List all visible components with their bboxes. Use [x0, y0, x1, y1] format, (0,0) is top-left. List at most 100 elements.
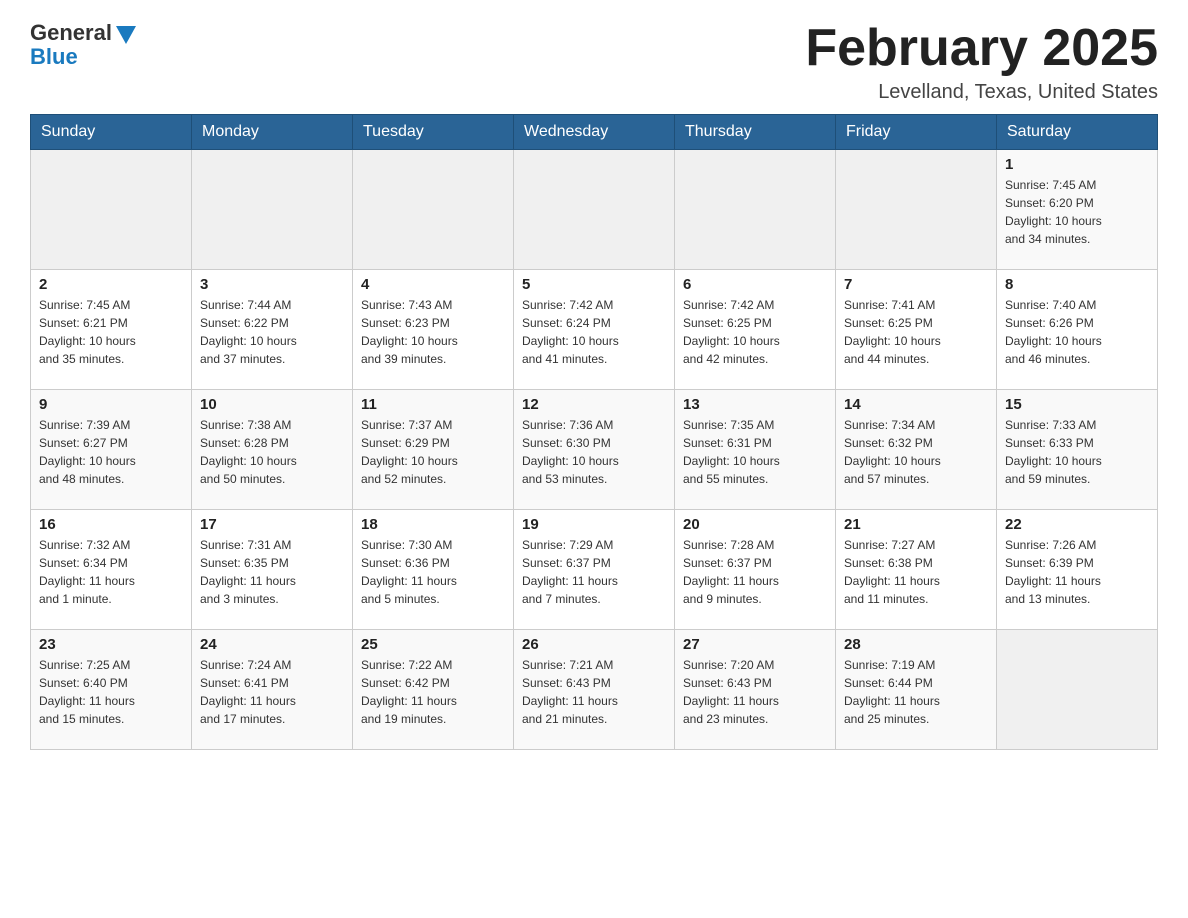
calendar-table: SundayMondayTuesdayWednesdayThursdayFrid…	[30, 114, 1158, 750]
day-number: 2	[39, 276, 183, 293]
day-number: 3	[200, 276, 344, 293]
calendar-cell: 27 Sunrise: 7:20 AM Sunset: 6:43 PM Dayli…	[675, 630, 836, 750]
calendar-cell: 15 Sunrise: 7:33 AM Sunset: 6:33 PM Dayli…	[997, 390, 1158, 510]
day-info: Sunrise: 7:27 AM Sunset: 6:38 PM Dayligh…	[844, 536, 988, 608]
day-info: Sunrise: 7:31 AM Sunset: 6:35 PM Dayligh…	[200, 536, 344, 608]
calendar-cell	[836, 150, 997, 270]
calendar-header-tuesday: Tuesday	[353, 115, 514, 150]
day-number: 9	[39, 396, 183, 413]
location: Levelland, Texas, United States	[805, 81, 1158, 104]
calendar-cell: 26 Sunrise: 7:21 AM Sunset: 6:43 PM Dayli…	[514, 630, 675, 750]
day-number: 25	[361, 636, 505, 653]
day-number: 24	[200, 636, 344, 653]
calendar-header-row: SundayMondayTuesdayWednesdayThursdayFrid…	[31, 115, 1158, 150]
day-info: Sunrise: 7:42 AM Sunset: 6:25 PM Dayligh…	[683, 296, 827, 368]
day-number: 7	[844, 276, 988, 293]
logo-triangle-icon	[116, 26, 136, 44]
day-number: 28	[844, 636, 988, 653]
calendar-cell: 1Sunrise: 7:45 AM Sunset: 6:20 PM Daylig…	[997, 150, 1158, 270]
calendar-cell	[353, 150, 514, 270]
calendar-cell: 4 Sunrise: 7:43 AM Sunset: 6:23 PM Daylig…	[353, 270, 514, 390]
day-info: Sunrise: 7:20 AM Sunset: 6:43 PM Dayligh…	[683, 656, 827, 728]
day-info: Sunrise: 7:33 AM Sunset: 6:33 PM Dayligh…	[1005, 416, 1149, 488]
calendar-header-sunday: Sunday	[31, 115, 192, 150]
day-number: 6	[683, 276, 827, 293]
day-info: Sunrise: 7:30 AM Sunset: 6:36 PM Dayligh…	[361, 536, 505, 608]
day-number: 10	[200, 396, 344, 413]
page-header: General Blue February 2025 Levelland, Te…	[30, 20, 1158, 104]
calendar-cell: 5 Sunrise: 7:42 AM Sunset: 6:24 PM Daylig…	[514, 270, 675, 390]
day-info: Sunrise: 7:40 AM Sunset: 6:26 PM Dayligh…	[1005, 296, 1149, 368]
day-info: Sunrise: 7:43 AM Sunset: 6:23 PM Dayligh…	[361, 296, 505, 368]
calendar-cell: 9 Sunrise: 7:39 AM Sunset: 6:27 PM Daylig…	[31, 390, 192, 510]
day-number: 1	[1005, 156, 1149, 173]
day-number: 22	[1005, 516, 1149, 533]
day-info: Sunrise: 7:26 AM Sunset: 6:39 PM Dayligh…	[1005, 536, 1149, 608]
day-info: Sunrise: 7:19 AM Sunset: 6:44 PM Dayligh…	[844, 656, 988, 728]
day-number: 20	[683, 516, 827, 533]
calendar-cell: 23Sunrise: 7:25 AM Sunset: 6:40 PM Dayli…	[31, 630, 192, 750]
calendar-cell: 8 Sunrise: 7:40 AM Sunset: 6:26 PM Daylig…	[997, 270, 1158, 390]
calendar-week-row: 9 Sunrise: 7:39 AM Sunset: 6:27 PM Daylig…	[31, 390, 1158, 510]
calendar-cell: 12Sunrise: 7:36 AM Sunset: 6:30 PM Dayli…	[514, 390, 675, 510]
day-info: Sunrise: 7:45 AM Sunset: 6:21 PM Dayligh…	[39, 296, 183, 368]
calendar-week-row: 2 Sunrise: 7:45 AM Sunset: 6:21 PM Daylig…	[31, 270, 1158, 390]
day-info: Sunrise: 7:21 AM Sunset: 6:43 PM Dayligh…	[522, 656, 666, 728]
calendar-cell: 10Sunrise: 7:38 AM Sunset: 6:28 PM Dayli…	[192, 390, 353, 510]
calendar-cell	[31, 150, 192, 270]
day-info: Sunrise: 7:32 AM Sunset: 6:34 PM Dayligh…	[39, 536, 183, 608]
day-number: 16	[39, 516, 183, 533]
calendar-cell: 17 Sunrise: 7:31 AM Sunset: 6:35 PM Dayli…	[192, 510, 353, 630]
calendar-week-row: 23Sunrise: 7:25 AM Sunset: 6:40 PM Dayli…	[31, 630, 1158, 750]
calendar-cell: 13 Sunrise: 7:35 AM Sunset: 6:31 PM Dayli…	[675, 390, 836, 510]
calendar-cell: 25 Sunrise: 7:22 AM Sunset: 6:42 PM Dayli…	[353, 630, 514, 750]
day-info: Sunrise: 7:39 AM Sunset: 6:27 PM Dayligh…	[39, 416, 183, 488]
day-info: Sunrise: 7:44 AM Sunset: 6:22 PM Dayligh…	[200, 296, 344, 368]
day-info: Sunrise: 7:41 AM Sunset: 6:25 PM Dayligh…	[844, 296, 988, 368]
calendar-header-wednesday: Wednesday	[514, 115, 675, 150]
day-number: 5	[522, 276, 666, 293]
day-number: 17	[200, 516, 344, 533]
day-info: Sunrise: 7:25 AM Sunset: 6:40 PM Dayligh…	[39, 656, 183, 728]
day-number: 19	[522, 516, 666, 533]
calendar-week-row: 16 Sunrise: 7:32 AM Sunset: 6:34 PM Dayli…	[31, 510, 1158, 630]
day-number: 15	[1005, 396, 1149, 413]
calendar-header-friday: Friday	[836, 115, 997, 150]
day-number: 13	[683, 396, 827, 413]
day-info: Sunrise: 7:35 AM Sunset: 6:31 PM Dayligh…	[683, 416, 827, 488]
calendar-cell: 11Sunrise: 7:37 AM Sunset: 6:29 PM Dayli…	[353, 390, 514, 510]
calendar-cell: 22 Sunrise: 7:26 AM Sunset: 6:39 PM Dayli…	[997, 510, 1158, 630]
day-number: 14	[844, 396, 988, 413]
calendar-cell: 20 Sunrise: 7:28 AM Sunset: 6:37 PM Dayli…	[675, 510, 836, 630]
day-number: 26	[522, 636, 666, 653]
calendar-header-saturday: Saturday	[997, 115, 1158, 150]
day-number: 8	[1005, 276, 1149, 293]
month-title: February 2025	[805, 20, 1158, 77]
logo-general-text: General	[30, 20, 112, 46]
day-info: Sunrise: 7:22 AM Sunset: 6:42 PM Dayligh…	[361, 656, 505, 728]
calendar-cell: 2 Sunrise: 7:45 AM Sunset: 6:21 PM Daylig…	[31, 270, 192, 390]
calendar-cell	[675, 150, 836, 270]
day-number: 21	[844, 516, 988, 533]
logo: General Blue	[30, 20, 136, 70]
day-info: Sunrise: 7:42 AM Sunset: 6:24 PM Dayligh…	[522, 296, 666, 368]
calendar-header-monday: Monday	[192, 115, 353, 150]
calendar-cell	[192, 150, 353, 270]
day-info: Sunrise: 7:28 AM Sunset: 6:37 PM Dayligh…	[683, 536, 827, 608]
day-info: Sunrise: 7:37 AM Sunset: 6:29 PM Dayligh…	[361, 416, 505, 488]
calendar-cell	[997, 630, 1158, 750]
calendar-cell: 18Sunrise: 7:30 AM Sunset: 6:36 PM Dayli…	[353, 510, 514, 630]
title-section: February 2025 Levelland, Texas, United S…	[805, 20, 1158, 104]
calendar-cell: 7 Sunrise: 7:41 AM Sunset: 6:25 PM Daylig…	[836, 270, 997, 390]
day-number: 4	[361, 276, 505, 293]
calendar-week-row: 1Sunrise: 7:45 AM Sunset: 6:20 PM Daylig…	[31, 150, 1158, 270]
day-info: Sunrise: 7:29 AM Sunset: 6:37 PM Dayligh…	[522, 536, 666, 608]
day-number: 27	[683, 636, 827, 653]
calendar-cell: 6 Sunrise: 7:42 AM Sunset: 6:25 PM Daylig…	[675, 270, 836, 390]
calendar-cell: 14 Sunrise: 7:34 AM Sunset: 6:32 PM Dayli…	[836, 390, 997, 510]
day-info: Sunrise: 7:34 AM Sunset: 6:32 PM Dayligh…	[844, 416, 988, 488]
calendar-cell: 3 Sunrise: 7:44 AM Sunset: 6:22 PM Daylig…	[192, 270, 353, 390]
calendar-cell: 24 Sunrise: 7:24 AM Sunset: 6:41 PM Dayli…	[192, 630, 353, 750]
day-info: Sunrise: 7:24 AM Sunset: 6:41 PM Dayligh…	[200, 656, 344, 728]
calendar-cell: 28 Sunrise: 7:19 AM Sunset: 6:44 PM Dayli…	[836, 630, 997, 750]
